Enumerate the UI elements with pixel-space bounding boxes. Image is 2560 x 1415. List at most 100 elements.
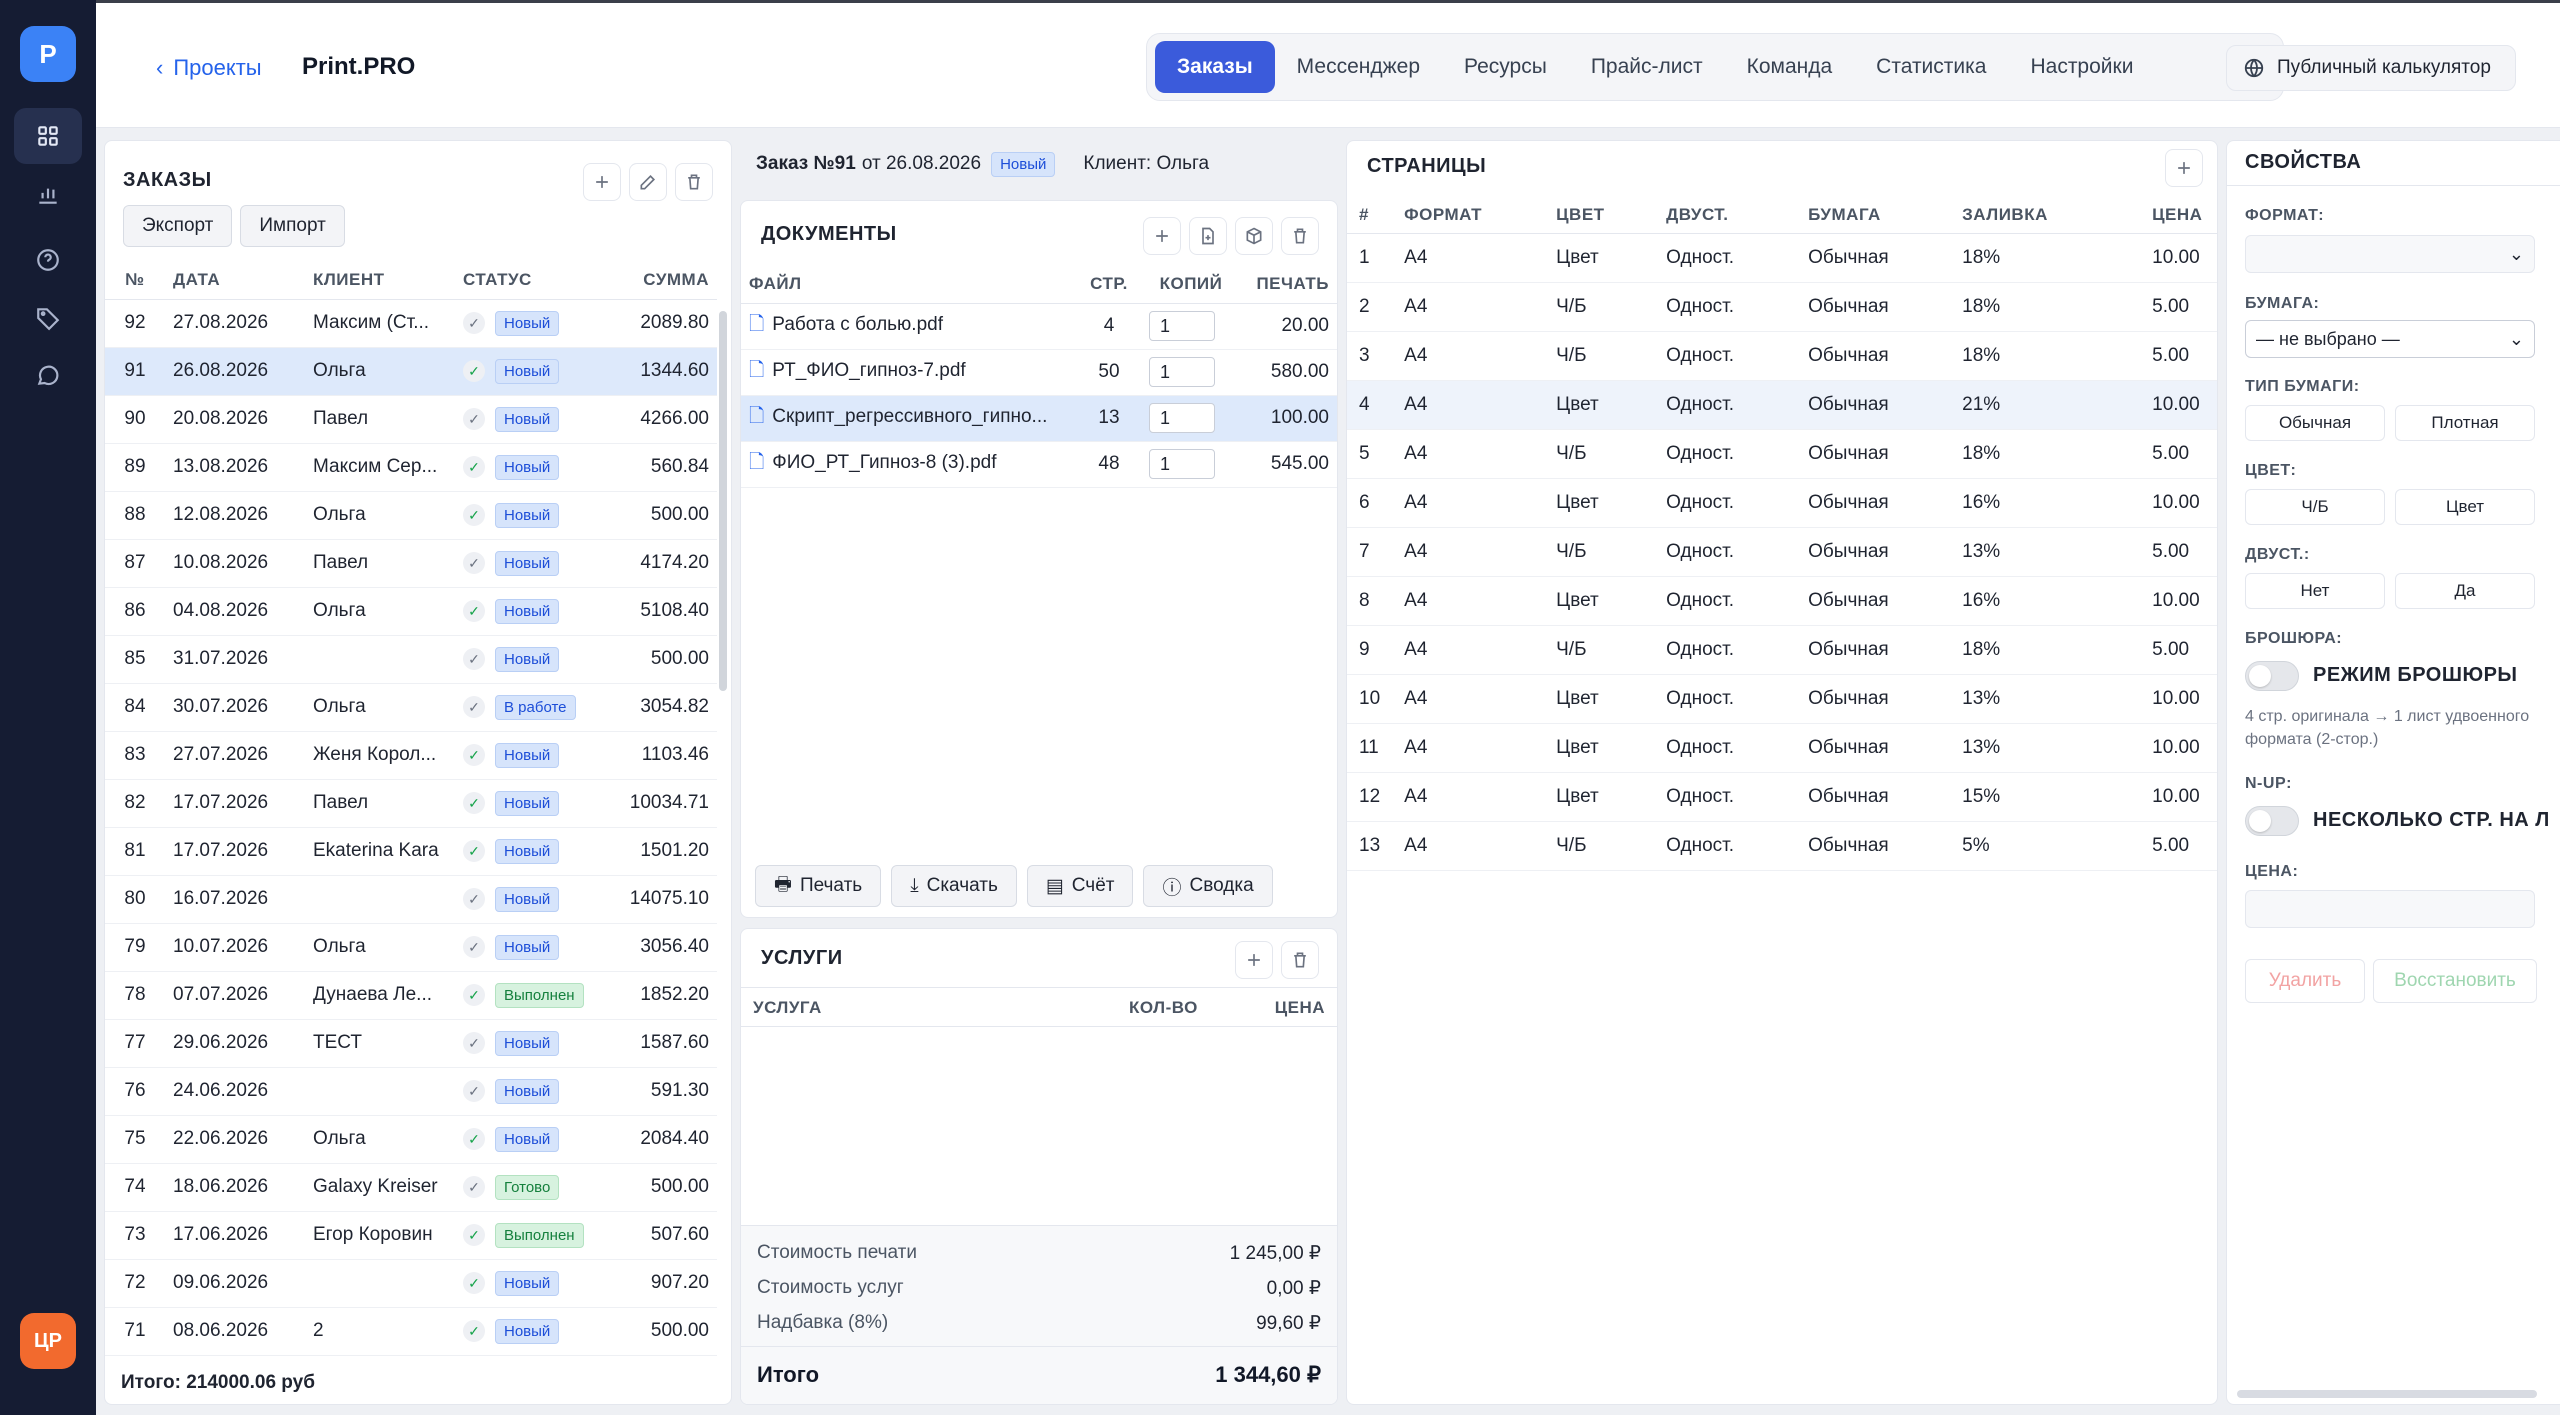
col-sum[interactable]: СУММА	[595, 261, 717, 300]
add-order-button[interactable]	[583, 163, 621, 201]
restore-page-button[interactable]: Восстановить	[2373, 959, 2537, 1003]
table-row[interactable]: 71 08.06.2026 2 ✓ Новый 500.00	[105, 1307, 717, 1356]
nav-chat-icon[interactable]	[14, 348, 82, 404]
col-number[interactable]: №	[105, 261, 165, 300]
page-row[interactable]: 8 A4 Цвет Одност. Обычная 16% 10.00	[1347, 576, 2217, 626]
table-row[interactable]: 85 31.07.2026 ✓ Новый 500.00	[105, 635, 717, 684]
tab-resources[interactable]: Ресурсы	[1442, 41, 1569, 93]
copies-input[interactable]: 1	[1149, 311, 1215, 341]
page-row[interactable]: 13 A4 Ч/Б Одност. Обычная 5% 5.00	[1347, 821, 2217, 871]
document-row[interactable]: 🗋 Работа с болью.pdf 4 1 20.00	[741, 303, 1337, 350]
nav-chart-icon[interactable]	[14, 166, 82, 222]
page-row[interactable]: 1 A4 Цвет Одност. Обычная 18% 10.00	[1347, 233, 2217, 283]
document-row[interactable]: 🗋 Скрипт_регрессивного_гипно... 13 1 100.00	[741, 395, 1337, 442]
tab-orders[interactable]: Заказы	[1155, 41, 1275, 93]
document-row[interactable]: 🗋 РТ_ФИО_гипноз-7.pdf 50 1 580.00	[741, 349, 1337, 396]
table-row[interactable]: 81 17.07.2026 Ekaterina Kara ✓ Новый 1501.20	[105, 827, 717, 876]
price-input[interactable]	[2245, 890, 2535, 928]
document-row[interactable]: 🗋 ФИО_РТ_Гипноз-8 (3).pdf 48 1 545.00	[741, 441, 1337, 488]
table-row[interactable]: 77 29.06.2026 ТЕСТ ✓ Новый 1587.60	[105, 1019, 717, 1068]
color-color[interactable]: Цвет	[2395, 489, 2535, 525]
orders-scrollbar[interactable]	[719, 311, 727, 691]
table-row[interactable]: 82 17.07.2026 Павел ✓ Новый 10034.71	[105, 779, 717, 828]
nup-toggle[interactable]	[2245, 806, 2299, 836]
format-select[interactable]: ⌄	[2245, 235, 2535, 273]
status-badge: Новый	[495, 646, 560, 672]
user-avatar[interactable]: ЦР	[20, 1313, 76, 1369]
table-row[interactable]: 92 27.08.2026 Максим (Ст... ✓ Новый 2089.80	[105, 299, 717, 348]
edit-order-button[interactable]	[629, 163, 667, 201]
col-status[interactable]: СТАТУС	[455, 261, 595, 300]
duplex-yes[interactable]: Да	[2395, 573, 2535, 609]
table-row[interactable]: 72 09.06.2026 ✓ Новый 907.20	[105, 1259, 717, 1308]
paper-type-dense[interactable]: Плотная	[2395, 405, 2535, 441]
table-row[interactable]: 90 20.08.2026 Павел ✓ Новый 4266.00	[105, 395, 717, 444]
table-row[interactable]: 76 24.06.2026 ✓ Новый 591.30	[105, 1067, 717, 1116]
page-row[interactable]: 6 A4 Цвет Одност. Обычная 16% 10.00	[1347, 478, 2217, 528]
table-row[interactable]: 91 26.08.2026 Ольга ✓ Новый 1344.60	[105, 347, 717, 396]
page-row[interactable]: 7 A4 Ч/Б Одност. Обычная 13% 5.00	[1347, 527, 2217, 577]
nav-tag-icon[interactable]	[14, 290, 82, 346]
table-row[interactable]: 87 10.08.2026 Павел ✓ Новый 4174.20	[105, 539, 717, 588]
import-button[interactable]: Импорт	[240, 205, 345, 247]
package-button[interactable]	[1235, 217, 1273, 255]
print-button[interactable]: 🖶 Печать	[755, 865, 882, 907]
add-document-button[interactable]	[1143, 217, 1181, 255]
paper-type-normal[interactable]: Обычная	[2245, 405, 2385, 441]
table-row[interactable]: 89 13.08.2026 Максим Сер... ✓ Новый 560.84	[105, 443, 717, 492]
col-print: ПЕЧАТЬ	[1241, 265, 1337, 304]
page-row[interactable]: 10 A4 Цвет Одност. Обычная 13% 10.00	[1347, 674, 2217, 724]
page-paper: Обычная	[1796, 282, 1951, 332]
delete-page-button[interactable]: Удалить	[2245, 959, 2365, 1003]
back-to-projects-link[interactable]: ‹ Проекты	[156, 55, 262, 81]
color-bw[interactable]: Ч/Б	[2245, 489, 2385, 525]
page-row[interactable]: 9 A4 Ч/Б Одност. Обычная 18% 5.00	[1347, 625, 2217, 675]
delete-order-button[interactable]	[675, 163, 713, 201]
page-row[interactable]: 11 A4 Цвет Одност. Обычная 13% 10.00	[1347, 723, 2217, 773]
invoice-button[interactable]: ▤ Счёт	[1026, 865, 1134, 907]
page-row[interactable]: 4 A4 Цвет Одност. Обычная 21% 10.00	[1347, 380, 2217, 430]
order-title: Заказ №91	[756, 153, 856, 174]
page-row[interactable]: 2 A4 Ч/Б Одност. Обычная 18% 5.00	[1347, 282, 2217, 332]
add-page-button[interactable]	[2165, 149, 2203, 187]
delete-service-button[interactable]	[1281, 941, 1319, 979]
tab-messenger[interactable]: Мессенджер	[1275, 41, 1442, 93]
page-row[interactable]: 12 A4 Цвет Одност. Обычная 15% 10.00	[1347, 772, 2217, 822]
download-button[interactable]: ⤓ Скачать	[891, 865, 1017, 907]
col-client[interactable]: КЛИЕНТ	[305, 261, 455, 300]
table-row[interactable]: 83 27.07.2026 Женя Корол... ✓ Новый 1103.46	[105, 731, 717, 780]
paper-select[interactable]: — не выбрано — ⌄	[2245, 320, 2535, 358]
export-button[interactable]: Экспорт	[123, 205, 233, 247]
table-row[interactable]: 74 18.06.2026 Galaxy Kreiser ✓ Готово 500.00	[105, 1163, 717, 1212]
table-row[interactable]: 80 16.07.2026 ✓ Новый 14075.10	[105, 875, 717, 924]
tab-settings[interactable]: Настройки	[2008, 41, 2155, 93]
delete-document-button[interactable]	[1281, 217, 1319, 255]
public-calculator-button[interactable]: Публичный калькулятор	[2226, 45, 2516, 91]
table-row[interactable]: 84 30.07.2026 Ольга ✓ В работе 3054.82	[105, 683, 717, 732]
page-row[interactable]: 5 A4 Ч/Б Одност. Обычная 18% 5.00	[1347, 429, 2217, 479]
copies-input[interactable]: 1	[1149, 403, 1215, 433]
table-row[interactable]: 86 04.08.2026 Ольга ✓ Новый 5108.40	[105, 587, 717, 636]
table-row[interactable]: 88 12.08.2026 Ольга ✓ Новый 500.00	[105, 491, 717, 540]
col-date[interactable]: ДАТА	[165, 261, 305, 300]
copies-input[interactable]: 1	[1149, 357, 1215, 387]
table-row[interactable]: 78 07.07.2026 Дунаева Ле... ✓ Выполнен 1852.2…	[105, 971, 717, 1020]
tab-statistics[interactable]: Статистика	[1854, 41, 2008, 93]
copies-input[interactable]: 1	[1149, 449, 1215, 479]
nav-orders-grid-icon[interactable]	[14, 108, 82, 164]
summary-button[interactable]: ⓘ Сводка	[1143, 865, 1273, 907]
add-file-button[interactable]	[1189, 217, 1227, 255]
tab-pricelist[interactable]: Прайс-лист	[1569, 41, 1725, 93]
table-row[interactable]: 79 10.07.2026 Ольга ✓ Новый 3056.40	[105, 923, 717, 972]
nav-help-icon[interactable]	[14, 232, 82, 288]
table-row[interactable]: 75 22.06.2026 Ольга ✓ Новый 2084.40	[105, 1115, 717, 1164]
add-service-button[interactable]	[1235, 941, 1273, 979]
app-logo[interactable]: P	[20, 26, 76, 82]
col-duplex: ДВУСТ.	[1654, 197, 1797, 234]
duplex-no[interactable]: Нет	[2245, 573, 2385, 609]
tab-team[interactable]: Команда	[1725, 41, 1855, 93]
booklet-toggle[interactable]	[2245, 661, 2299, 691]
table-row[interactable]: 73 17.06.2026 Егор Коровин ✓ Выполнен 507.60	[105, 1211, 717, 1260]
page-row[interactable]: 3 A4 Ч/Б Одност. Обычная 18% 5.00	[1347, 331, 2217, 381]
properties-scrollbar[interactable]	[2237, 1390, 2537, 1398]
